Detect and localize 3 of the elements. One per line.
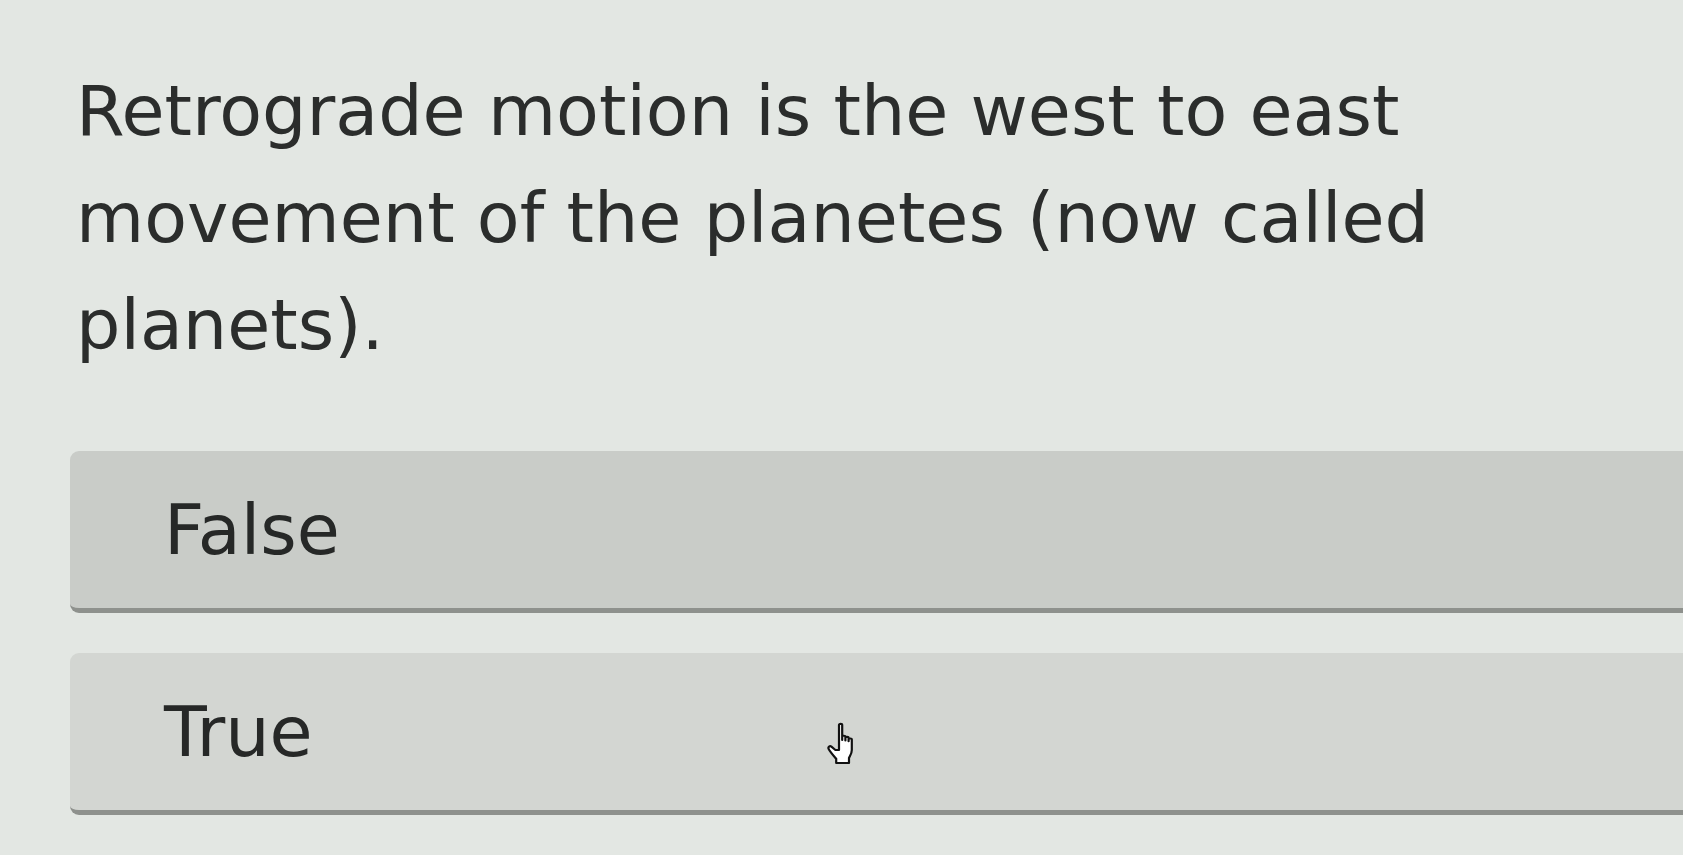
answer-option[interactable]: False — [70, 451, 1683, 613]
question-text: Retrograde motion is the west to east movement of the planetes (now called planets). — [75, 69, 1430, 368]
answer-option[interactable]: True — [70, 653, 1683, 815]
